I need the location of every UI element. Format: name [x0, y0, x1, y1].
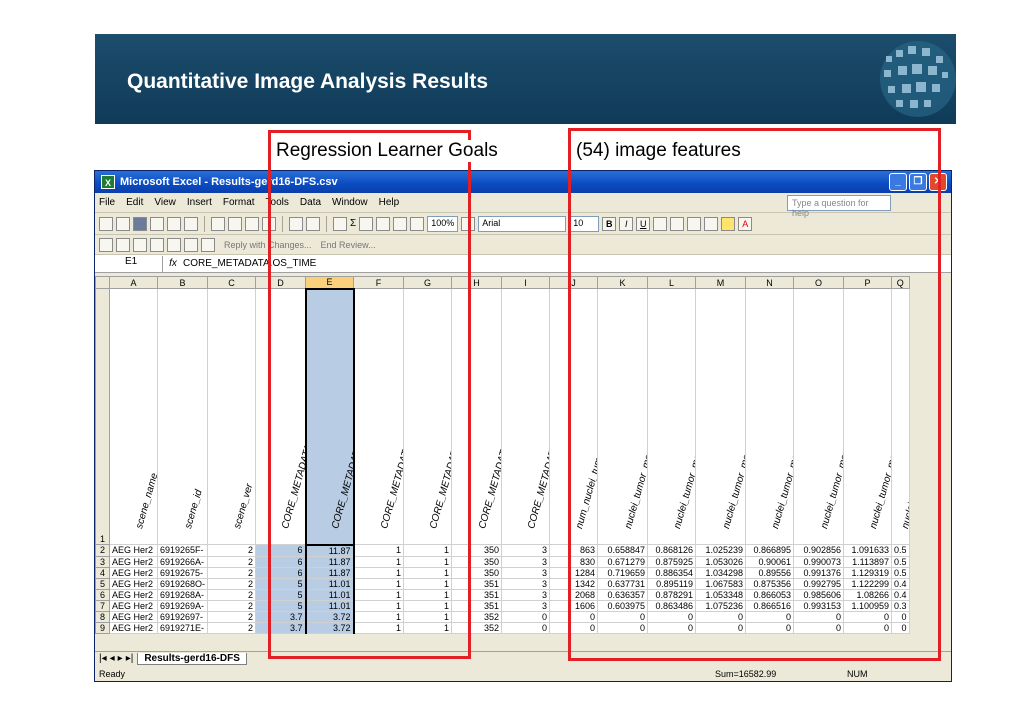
image-features-highlight — [568, 128, 941, 661]
row-header[interactable]: 5 — [95, 577, 110, 590]
table-cell[interactable]: 2 — [207, 610, 257, 623]
spelling-icon[interactable] — [184, 216, 198, 231]
globe-graphic-icon — [880, 41, 956, 117]
row-header[interactable]: 3 — [95, 555, 110, 568]
table-cell[interactable]: 6919268O- — [156, 577, 209, 590]
status-text: Ready — [99, 668, 126, 679]
row-header[interactable]: 8 — [95, 610, 110, 623]
menu-insert[interactable]: Insert — [187, 197, 212, 208]
review-icon[interactable] — [201, 237, 215, 252]
table-cell[interactable]: 0 — [501, 610, 551, 623]
image-features-label: (54) image features — [574, 140, 743, 162]
table-cell[interactable]: 2 — [207, 599, 257, 612]
column-header[interactable]: A — [109, 276, 158, 289]
font-name-select[interactable]: Arial — [478, 215, 567, 232]
name-box[interactable]: E1 — [95, 255, 163, 272]
review-icon[interactable] — [150, 237, 164, 252]
table-cell[interactable]: 2 — [207, 621, 257, 634]
table-cell[interactable]: AEG Her2 — [109, 544, 158, 557]
table-cell[interactable]: 3 — [501, 566, 551, 579]
header-text: scene_name — [133, 471, 158, 531]
tab-nav-prev-icon[interactable]: ◂ — [110, 653, 115, 664]
toolbar-separator — [204, 215, 205, 232]
row-header[interactable]: 4 — [95, 566, 110, 579]
column-header[interactable]: C — [207, 276, 257, 289]
table-cell[interactable]: 3 — [501, 544, 551, 557]
table-cell[interactable]: 69192675- — [156, 566, 209, 579]
menu-file[interactable]: File — [99, 197, 115, 208]
table-cell[interactable]: AEG Her2 — [109, 588, 158, 601]
row-header[interactable]: 2 — [95, 544, 110, 557]
table-cell[interactable]: 3 — [501, 599, 551, 612]
menu-format[interactable]: Format — [223, 197, 255, 208]
table-cell[interactable]: 2 — [207, 577, 257, 590]
sheet-tab[interactable]: Results-gerd16-DFS — [137, 652, 247, 665]
table-cell[interactable]: 2 — [207, 555, 257, 568]
header-text: scene_id — [182, 488, 205, 531]
table-cell[interactable]: 0 — [501, 621, 551, 634]
header-cell[interactable]: scene_name — [109, 288, 158, 545]
tab-nav-first-icon[interactable]: |◂ — [99, 653, 107, 664]
row-header[interactable]: 7 — [95, 599, 110, 612]
column-header[interactable]: B — [156, 276, 209, 289]
table-cell[interactable]: 3 — [501, 555, 551, 568]
save-icon[interactable] — [133, 216, 147, 231]
review-icon[interactable] — [133, 237, 147, 252]
status-sum: Sum=16582.99 — [715, 668, 777, 679]
header-cell[interactable]: scene_id — [156, 288, 209, 545]
slide-title: Quantitative Image Analysis Results — [127, 70, 489, 93]
table-cell[interactable]: 3 — [501, 588, 551, 601]
new-icon[interactable] — [99, 216, 113, 231]
table-cell[interactable]: 3 — [501, 577, 551, 590]
table-cell[interactable]: 6919265F- — [156, 544, 209, 557]
print-preview-icon[interactable] — [167, 216, 181, 231]
regression-goals-label: Regression Learner Goals — [274, 140, 500, 162]
menu-edit[interactable]: Edit — [126, 197, 143, 208]
table-cell[interactable]: AEG Her2 — [109, 610, 158, 623]
table-cell[interactable]: AEG Her2 — [109, 566, 158, 579]
cut-icon[interactable] — [211, 216, 225, 231]
table-cell[interactable]: AEG Her2 — [109, 555, 158, 568]
table-cell[interactable]: 69192697- — [156, 610, 209, 623]
paste-icon[interactable] — [245, 216, 259, 231]
table-cell[interactable]: 2 — [207, 588, 257, 601]
table-cell[interactable]: 6919266A- — [156, 555, 209, 568]
row-header[interactable]: 6 — [95, 588, 110, 601]
status-num: NUM — [847, 668, 868, 679]
tab-nav-last-icon[interactable]: ▸| — [126, 653, 134, 664]
table-cell[interactable]: AEG Her2 — [109, 621, 158, 634]
tab-nav-next-icon[interactable]: ▸ — [118, 653, 123, 664]
table-cell[interactable]: 6919271E- — [156, 621, 209, 634]
table-cell[interactable]: AEG Her2 — [109, 599, 158, 612]
review-icon[interactable] — [99, 237, 113, 252]
header-text: CORE_METADATA.PATIENT_ID — [476, 386, 502, 531]
column-header[interactable]: I — [501, 276, 551, 289]
select-all-corner[interactable] — [95, 276, 110, 289]
header-text: CORE_METADATA.SCORE — [525, 406, 550, 531]
print-icon[interactable] — [150, 216, 164, 231]
header-cell[interactable]: scene_ver — [207, 288, 257, 545]
copy-icon[interactable] — [228, 216, 242, 231]
row-header[interactable]: 1 — [95, 288, 110, 545]
menu-view[interactable]: View — [154, 197, 176, 208]
header-cell[interactable]: CORE_METADATA.SCORE — [501, 288, 551, 545]
table-cell[interactable]: 2 — [207, 544, 257, 557]
review-icon[interactable] — [167, 237, 181, 252]
review-icon[interactable] — [116, 237, 130, 252]
open-icon[interactable] — [116, 216, 130, 231]
table-cell[interactable]: 2 — [207, 566, 257, 579]
slide-banner: Quantitative Image Analysis Results — [95, 34, 956, 124]
regression-goals-highlight — [268, 130, 471, 659]
status-bar: Ready Sum=16582.99 NUM — [95, 666, 951, 681]
excel-app-icon: X — [101, 175, 115, 189]
table-cell[interactable]: 6919269A- — [156, 599, 209, 612]
table-cell[interactable]: 6919268A- — [156, 588, 209, 601]
review-icon[interactable] — [184, 237, 198, 252]
row-header[interactable]: 9 — [95, 621, 110, 634]
header-text: scene_ver — [231, 482, 255, 531]
table-cell[interactable]: AEG Her2 — [109, 577, 158, 590]
fx-icon[interactable]: fx — [163, 258, 183, 269]
